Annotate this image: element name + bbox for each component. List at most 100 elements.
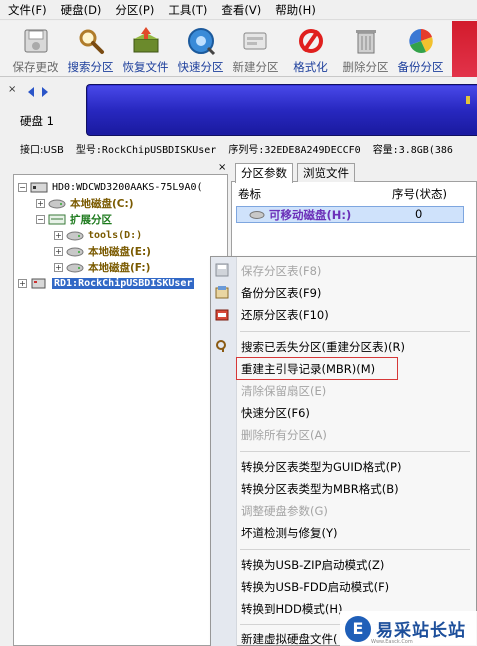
delete-partition-button[interactable]: 删除分区 [338,21,393,77]
delete-partition-label: 删除分区 [342,60,389,74]
collapse-icon[interactable]: − [18,182,27,192]
tab-partition-params[interactable]: 分区参数 [235,163,293,183]
close-icon[interactable]: × [8,84,16,95]
expand-icon[interactable]: + [54,246,63,256]
disk-serial: 序列号:32EDE8A249DECCF0 [228,144,361,156]
menu-usb-fdd-mode[interactable]: 转换为USB-FDD启动模式(F) [241,578,389,596]
tree-item-rd1[interactable]: + RD1:RockChipUSBDISKUser [18,275,195,291]
table-row[interactable]: 可移动磁盘(H:) 0 [236,206,464,223]
drive-icon [66,247,84,256]
menu-quick-partition[interactable]: 快速分区(F6) [241,404,310,422]
disk-bar-marker [466,96,470,104]
menu-delete-all-partitions[interactable]: 删除所有分区(A) [241,426,327,444]
menu-restore-partition-table[interactable]: 还原分区表(F10) [241,306,329,324]
disk-next-arrow-icon[interactable] [40,86,50,101]
usb-disk-icon [31,278,46,288]
new-partition-icon [240,25,272,57]
tree-panel-header [13,162,228,174]
disk-capacity: 容量:3.8GB(386 [372,144,453,156]
new-partition-label: 新建分区 [232,60,279,74]
tree-c-drive-label: 本地磁盘(C:) [70,197,134,210]
menu-new-virtual-disk[interactable]: 新建虚拟硬盘文件( [241,630,338,646]
trash-icon [350,25,382,57]
format-button[interactable]: 格式化 [283,21,338,77]
new-partition-button[interactable]: 新建分区 [228,21,283,77]
expand-icon[interactable]: + [36,198,45,208]
tree-close-icon[interactable]: × [218,162,226,173]
menu-tools[interactable]: 工具(T) [162,0,213,20]
row-index: 0 [415,207,423,221]
tree-extended-label: 扩展分区 [70,213,112,226]
expand-icon[interactable]: + [18,278,27,288]
menu-convert-mbr[interactable]: 转换分区表类型为MBR格式(B) [241,480,399,498]
tree-item-hd0[interactable]: − HD0:WDCWD3200AAKS-75L9A0( [18,179,203,195]
menu-separator [240,549,470,550]
tree-e-drive-label: 本地磁盘(E:) [88,245,151,258]
menu-rebuild-mbr[interactable]: 重建主引导记录(MBR)(M) [241,360,375,378]
disk-model: 型号:RockChipUSBDISKUser [75,144,217,156]
menu-adjust-disk-params[interactable]: 调整硬盘参数(G) [241,502,328,520]
drive-icon [48,199,66,208]
tree-tools-label: tools(D:) [88,229,143,241]
menu-search-lost-partitions[interactable]: 搜索已丢失分区(重建分区表)(R) [241,338,405,356]
expand-icon[interactable]: + [54,230,63,240]
backup-icon [405,25,437,57]
menu-bad-sector-check[interactable]: 坏道检测与修复(Y) [241,524,338,542]
tree-item-f-drive[interactable]: + 本地磁盘(F:) [54,259,150,275]
backup-partition-label: 备份分区 [397,60,444,74]
save-table-icon [214,262,230,278]
search-partition-button[interactable]: 搜索分区 [63,21,118,77]
column-header-index[interactable]: 序号(状态) [392,186,447,202]
disk-interface: 接口:USB [20,144,64,156]
backup-table-icon [214,284,230,300]
menu-convert-guid[interactable]: 转换分区表类型为GUID格式(P) [241,458,401,476]
disk-prev-arrow-icon[interactable] [26,86,36,101]
column-header-label[interactable]: 卷标 [238,186,261,202]
tree-item-extended[interactable]: − 扩展分区 [36,211,112,227]
quick-partition-icon [185,25,217,57]
tab-browse-files[interactable]: 浏览文件 [297,163,355,182]
save-changes-button[interactable]: 保存更改 [8,21,63,77]
save-changes-label: 保存更改 [12,60,59,74]
hard-disk-icon [30,182,48,192]
search-lost-icon [214,338,230,354]
menu-backup-partition-table[interactable]: 备份分区表(F9) [241,284,321,302]
toolbar: 保存更改 搜索分区 恢复文件 快速分区 新建分区 格式化 删除分区 备份分区 [0,21,470,77]
recover-files-button[interactable]: 恢复文件 [118,21,173,77]
restore-table-icon [214,306,230,322]
tree-item-c-drive[interactable]: + 本地磁盘(C:) [36,195,134,211]
format-icon [295,25,327,57]
extended-partition-icon [48,214,66,224]
tree-item-e-drive[interactable]: + 本地磁盘(E:) [54,243,151,259]
disk-partition-fill [88,86,477,134]
recover-files-label: 恢复文件 [122,60,169,74]
menu-hdd-mode[interactable]: 转换到HDD模式(H) [241,600,342,618]
watermark-logo-icon: E [345,615,371,642]
tree-f-drive-label: 本地磁盘(F:) [88,261,151,274]
menu-usb-zip-mode[interactable]: 转换为USB-ZIP启动模式(Z) [241,556,384,574]
search-partition-label: 搜索分区 [67,60,114,74]
menu-view[interactable]: 查看(V) [215,0,267,20]
menu-save-partition-table[interactable]: 保存分区表(F8) [241,262,321,280]
magnifier-icon [75,25,107,57]
quick-partition-button[interactable]: 快速分区 [173,21,228,77]
disk-info-bar: 接口:USB 型号:RockChipUSBDISKUser 序列号:32EDE8… [0,140,477,156]
backup-partition-button[interactable]: 备份分区 [393,21,448,77]
menu-separator [240,331,470,332]
drive-icon [66,263,84,272]
tree-hd0-label: HD0:WDCWD3200AAKS-75L9A0( [52,181,203,193]
menu-file[interactable]: 文件(F) [2,0,53,20]
menu-help[interactable]: 帮助(H) [269,0,322,20]
menubar: 文件(F) 硬盘(D) 分区(P) 工具(T) 查看(V) 帮助(H) [0,0,477,20]
tree-item-tools[interactable]: + tools(D:) [54,227,142,243]
watermark-subtext: Www.Easck.Com [371,639,413,645]
collapse-icon[interactable]: − [36,214,45,224]
menu-partition[interactable]: 分区(P) [109,0,160,20]
save-disk-icon [20,25,52,57]
expand-icon[interactable]: + [54,262,63,272]
menu-disk[interactable]: 硬盘(D) [55,0,108,20]
menu-clear-reserved-sectors[interactable]: 清除保留扇区(E) [241,382,326,400]
format-label: 格式化 [293,60,328,74]
disk-tree-panel: − HD0:WDCWD3200AAKS-75L9A0( + 本地磁盘(C:) −… [13,174,228,646]
disk-label: 硬盘 1 [20,114,54,128]
